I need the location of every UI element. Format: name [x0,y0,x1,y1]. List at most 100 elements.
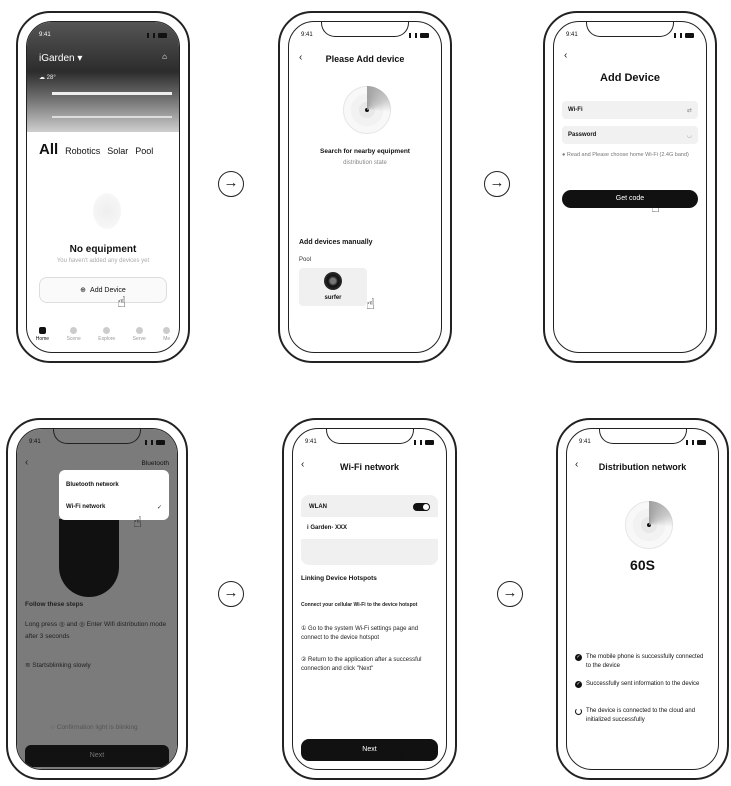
hotspots-heading: Linking Device Hotspots [301,575,377,582]
add-device-button[interactable]: ⊕ Add Device [39,277,167,303]
search-subtitle: distribution state [343,160,387,166]
loading-spinner-icon [575,708,582,715]
back-chevron-icon[interactable]: ‹ [25,457,28,468]
status-time: 9:41 [579,439,591,445]
radar-sweep [343,86,391,134]
scene-icon [70,327,78,334]
wifi-option-label: Wi-Fi network [66,504,106,510]
status-icons [147,32,167,38]
connect-instruction: Connect your cellular Wi-Fi to the devic… [301,602,418,608]
phone-frame-wifi-network: 9:41 ‹ Wi-Fi network WLAN i Garden- XXX … [282,418,457,780]
get-code-button[interactable]: Get code [562,190,698,208]
wlan-toggle[interactable] [413,503,430,511]
wlan-label: WLAN [309,504,327,510]
tab-solar[interactable]: Solar [107,146,128,156]
confirmation-row[interactable]: ○ Confirmation light is blinking [51,724,138,731]
menu-item-wifi[interactable]: Wi-Fi network ✓ [66,497,162,517]
status-icons [686,439,706,445]
network-mode-selector[interactable]: Bluetooth [142,460,169,467]
device-image [59,519,119,597]
progress-item-label: The mobile phone is successfully connect… [586,654,704,669]
tab-pool[interactable]: Pool [135,146,153,156]
distribution-network-screen: 9:41 ‹ Distribution network 60S ✓ The mo… [566,428,719,770]
me-icon [163,327,171,334]
back-chevron-icon[interactable]: ‹ [564,50,567,61]
status-bar: 9:41 [579,436,706,448]
wifi-button-icon: ◎ [79,621,85,628]
tab-robotics[interactable]: Robotics [65,146,100,156]
weather-info: ☁ 28° [39,75,56,81]
nav-serve[interactable]: Serve [133,327,146,342]
progress-item-sent: ✓ Successfully sent information to the d… [575,680,708,689]
long-press-instruction: Long press ◎ and ◎ Enter Wifi distributi… [25,619,169,643]
status-icons [145,439,165,445]
band-note-text: Read and Please choose home Wi-Fi (2.4G … [566,152,689,158]
nav-home[interactable]: Home [36,327,49,342]
tap-hand-icon: ☝ [117,294,127,311]
page-title: Distribution network [598,462,687,472]
bluetooth-label: Bluetooth network [66,482,119,488]
password-label: Password [568,132,597,138]
wifi-network-screen: 9:41 ‹ Wi-Fi network WLAN i Garden- XXX … [292,428,447,770]
empty-state-subtitle: You haven't added any devices yet [56,258,150,264]
notification-bell-icon[interactable]: ⌂ [162,52,167,61]
blink-status: ≋ Startsblinking slowly [25,661,91,669]
device-card-surfer[interactable]: surfer [299,268,367,306]
tap-hand-icon: ☝ [366,296,376,313]
tab-all[interactable]: All [39,141,58,158]
wifi-list-item[interactable]: i Garden- XXX [301,517,438,539]
next-button[interactable]: Next [25,745,169,767]
add-device-screen: 9:41 ‹ Add Device Wi-Fi ⇄ Password ◡ ● R… [553,21,707,353]
status-bar: 9:41 [39,29,167,41]
explore-icon [103,327,111,334]
status-time: 9:41 [29,439,41,445]
bottom-navigation: Home Scene Explore Serve Me [27,327,179,342]
serve-icon [135,327,143,334]
steps-heading: Follow these steps [25,601,84,608]
wifi-field[interactable]: Wi-Fi ⇄ [562,101,698,119]
status-time: 9:41 [301,32,313,38]
nav-explore[interactable]: Explore [98,327,115,342]
status-time: 9:41 [305,439,317,445]
check-circle-icon: ✓ [575,654,582,661]
nav-serve-label: Serve [132,336,146,342]
nav-scene[interactable]: Scene [67,327,81,342]
status-bar: 9:41 [305,436,434,448]
instruction-middle: and [66,621,78,628]
brand-name: iGarden [39,53,75,64]
progress-item-label: Successfully sent information to the dev… [586,681,700,687]
eye-closed-icon[interactable]: ◡ [687,132,692,139]
nav-home-label: Home [35,336,50,342]
radar-sweep [625,501,673,549]
password-field[interactable]: Password ◡ [562,126,698,144]
wifi-icon: ≋ [25,662,31,669]
progress-item-cloud: The device is connected to the cloud and… [575,707,708,725]
status-bar: 9:41 [566,29,694,41]
home-screen: 9:41 iGarden ▾ ⌂ ☁ 28° All Robotics Sola… [26,21,180,353]
step-one: ① Go to the system Wi-Fi settings page a… [301,626,419,641]
phone-frame-distribution: 9:41 ‹ Distribution network 60S ✓ The mo… [556,418,729,780]
countdown-timer: 60S [630,557,655,573]
arrow-right-icon: → [484,171,510,197]
network-type-menu: Bluetooth network Wi-Fi network ✓ [59,470,169,520]
arrow-right-icon: → [218,171,244,197]
nav-scene-label: Scene [66,336,81,342]
device-name: surfer [324,295,342,301]
nav-me[interactable]: Me [163,327,171,342]
next-button[interactable]: Next [301,739,438,761]
arrow-right-icon: → [497,581,523,607]
add-device-label: Add Device [90,286,126,294]
wlan-row: WLAN [309,503,430,511]
house-photo [52,92,172,118]
home-icon [38,327,46,334]
category-label: Pool [299,257,312,263]
switch-icon[interactable]: ⇄ [687,107,692,114]
home-selector[interactable]: iGarden ▾ [39,53,82,64]
please-add-device-screen: 9:41 ‹ Please Add device Search for near… [288,21,442,353]
nav-explore-label: Explore [98,336,116,342]
power-button-icon: ◎ [58,621,65,628]
menu-item-bluetooth[interactable]: Bluetooth network [66,475,162,495]
check-circle-icon: ✓ [575,681,582,688]
blink-label: Startsblinking slowly [32,662,91,669]
empty-state-illustration [93,193,121,229]
